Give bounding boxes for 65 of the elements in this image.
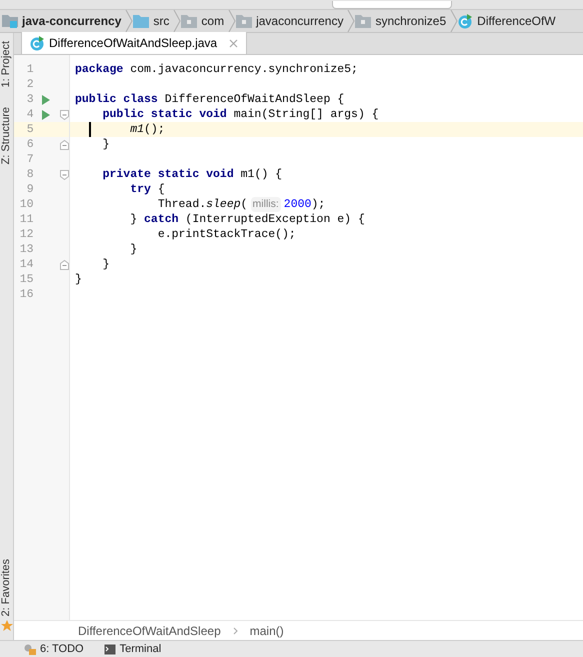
code-line: }	[102, 137, 111, 152]
breadcrumb-item[interactable]: DifferenceOfW	[477, 12, 556, 30]
line-number: 9	[26, 182, 34, 198]
chevron-icon	[228, 10, 236, 32]
chevron-icon	[232, 626, 238, 634]
terminal-icon	[104, 644, 116, 654]
class-icon	[458, 14, 474, 28]
line-number: 12	[18, 226, 34, 243]
fold-icon[interactable]	[60, 170, 69, 180]
tool-window-button[interactable]: 1: Project	[0, 41, 15, 88]
line-number: 13	[18, 242, 34, 258]
code-line: } catch (InterruptedException e) {	[129, 212, 366, 227]
close-icon[interactable]	[229, 38, 238, 48]
folder-icon	[133, 14, 150, 28]
fold-icon[interactable]	[60, 140, 69, 150]
tool-window-button[interactable]: 6: TODO	[24, 641, 84, 656]
code-line: }	[129, 242, 138, 257]
tool-window-button[interactable]: Z: Structure	[0, 107, 15, 165]
code-line: Thread.sleep( millis: 2000);	[156, 197, 326, 212]
code-line: private static void m1() {	[102, 167, 284, 182]
line-number: 15	[18, 272, 34, 288]
code-line: public static void main(String[] args) {	[102, 107, 380, 122]
line-number: 2	[26, 76, 34, 93]
text-caret	[89, 122, 91, 137]
breadcrumb-item[interactable]: DifferenceOfWaitAndSleep	[78, 622, 221, 640]
fold-icon[interactable]	[60, 110, 69, 120]
tool-window-button[interactable]: Terminal	[104, 641, 162, 656]
chevron-icon	[347, 10, 356, 32]
folder-icon	[181, 14, 198, 28]
project-folder-icon	[2, 14, 18, 28]
fold-icon[interactable]	[60, 260, 69, 270]
code-line: package com.javaconcurrency.synchronize5;	[74, 62, 359, 77]
line-number: 4	[26, 106, 34, 123]
code-line: public class DifferenceOfWaitAndSleep {	[74, 92, 346, 107]
line-number: 5	[26, 122, 34, 138]
code-line: }	[102, 257, 111, 272]
line-number: 14	[18, 256, 34, 273]
class-icon	[30, 36, 45, 50]
line-number: 3	[26, 92, 34, 108]
todo-icon	[24, 644, 36, 654]
chevron-icon	[173, 10, 182, 32]
folder-icon	[355, 14, 372, 28]
code-line: }	[74, 272, 83, 287]
line-number: 6	[26, 136, 34, 153]
chevron-icon	[450, 10, 458, 32]
folder-icon	[236, 14, 252, 28]
line-number: 1	[26, 62, 34, 78]
breadcrumb-item[interactable]: com	[201, 12, 224, 30]
breadcrumb-item[interactable]: java-concurrency	[22, 12, 122, 30]
chevron-icon	[125, 10, 134, 32]
code-line: try {	[129, 182, 166, 197]
editor-tab[interactable]: DifferenceOfWaitAndSleep.java	[21, 32, 248, 54]
breadcrumb-item[interactable]: main()	[250, 622, 284, 640]
code-line: e.printStackTrace();	[156, 227, 297, 242]
tool-window-button[interactable]: 2: Favorites	[0, 558, 15, 616]
line-number: 8	[26, 166, 34, 183]
parameter-hint: millis:	[250, 196, 281, 212]
breadcrumb-item[interactable]: javaconcurrency	[256, 12, 344, 30]
star-icon	[0, 620, 12, 632]
line-number: 10	[18, 196, 34, 213]
line-number: 7	[26, 152, 34, 168]
breadcrumb-item[interactable]: src	[153, 12, 170, 30]
breadcrumb-item[interactable]: synchronize5	[375, 12, 446, 30]
line-number: 16	[18, 286, 34, 303]
line-number: 11	[18, 212, 34, 228]
